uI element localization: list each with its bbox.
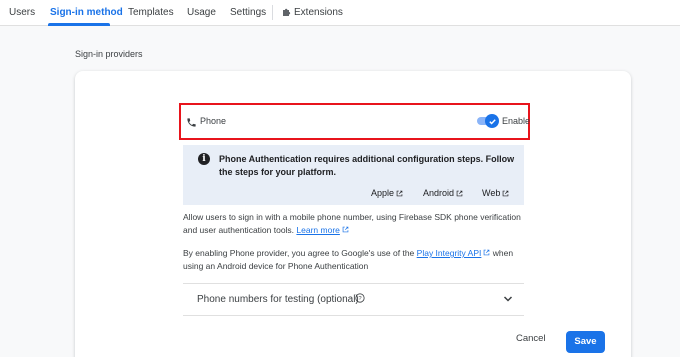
platform-label: Web [482, 188, 501, 198]
active-tab-indicator [48, 23, 110, 26]
help-icon[interactable]: ? [355, 293, 365, 303]
external-link-icon [503, 190, 509, 196]
external-link-icon [342, 226, 349, 233]
platform-link-android[interactable]: Android [423, 188, 463, 198]
external-link-icon [396, 190, 403, 196]
info-icon: i [198, 153, 210, 165]
tab-extensions[interactable]: Extensions [294, 7, 343, 18]
tab-bar: Users Sign-in method Templates Usage Set… [0, 0, 680, 26]
cancel-button[interactable]: Cancel [516, 333, 546, 344]
description-text: Allow users to sign in with a mobile pho… [183, 212, 521, 235]
divider [183, 283, 524, 284]
tab-separator [272, 5, 273, 20]
tab-sign-in-method[interactable]: Sign-in method [50, 7, 123, 18]
terms-description: By enabling Phone provider, you agree to… [183, 247, 528, 273]
section-title: Sign-in providers [75, 49, 143, 59]
phone-icon [186, 115, 197, 127]
testing-label: Phone numbers for testing (optional) [197, 294, 359, 305]
phone-provider-row: Phone Enable [179, 103, 530, 140]
platform-label: Android [423, 188, 455, 198]
terms-text-before: By enabling Phone provider, you agree to… [183, 248, 417, 258]
info-text: Phone Authentication requires additional… [219, 154, 515, 177]
enable-toggle[interactable] [477, 114, 499, 128]
tab-usage[interactable]: Usage [187, 7, 216, 18]
play-integrity-api-link[interactable]: Play Integrity API [417, 248, 482, 258]
enable-label: Enable [502, 116, 531, 126]
divider [183, 315, 524, 316]
platform-link-web[interactable]: Web [482, 188, 509, 198]
info-box: i Phone Authentication requires addition… [183, 145, 524, 205]
svg-text:?: ? [358, 296, 362, 302]
platform-link-apple[interactable]: Apple [371, 188, 403, 198]
tab-users[interactable]: Users [9, 7, 35, 18]
provider-description: Allow users to sign in with a mobile pho… [183, 211, 528, 237]
toggle-knob [485, 114, 499, 128]
platform-label: Apple [371, 188, 395, 198]
extensions-icon [282, 7, 292, 20]
check-icon [488, 118, 496, 125]
tab-templates[interactable]: Templates [128, 7, 174, 18]
provider-name: Phone [200, 116, 227, 126]
external-link-icon [456, 190, 463, 196]
testing-numbers-expander[interactable]: Phone numbers for testing (optional) ? [183, 285, 524, 315]
chevron-down-icon [503, 296, 513, 302]
save-button[interactable]: Save [566, 331, 605, 353]
learn-more-link[interactable]: Learn more [296, 225, 339, 235]
tab-settings[interactable]: Settings [230, 7, 266, 18]
